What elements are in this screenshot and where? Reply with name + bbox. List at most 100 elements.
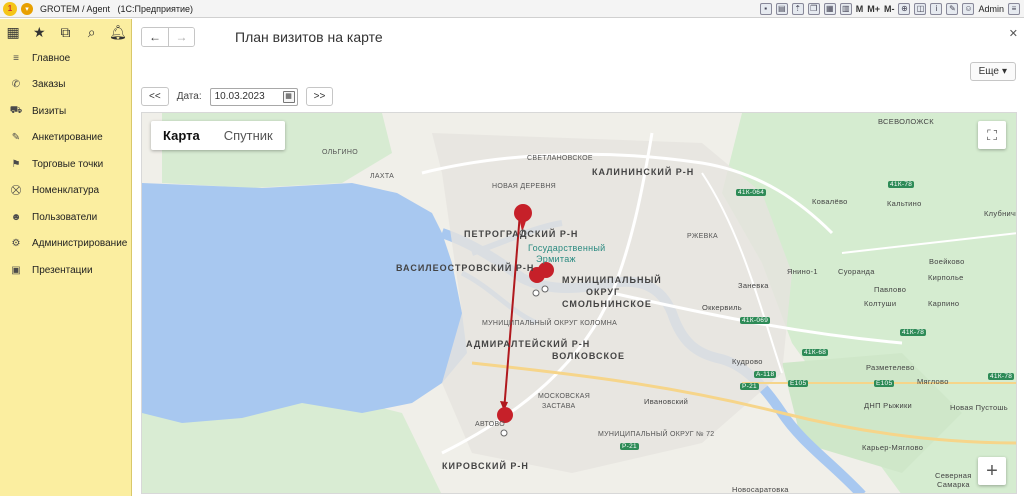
map-type-map[interactable]: Карта: [151, 121, 212, 150]
sidebar-item-main[interactable]: ≡ Главное: [0, 45, 131, 72]
car-icon: ⛟: [9, 104, 23, 116]
sidebar-item-users[interactable]: ☻ Пользователи: [0, 204, 131, 231]
title-bar: 1 ▾ GROTEM / Agent (1С:Предприятие) ▪ ▤ …: [0, 0, 1024, 18]
bell-icon[interactable]: 🔔︎: [108, 24, 128, 41]
road-shield: 41К-064: [736, 189, 767, 196]
memory-m-plus-button[interactable]: M+: [867, 4, 880, 14]
sidebar-item-orders[interactable]: ✆ Заказы: [0, 72, 131, 99]
zoom-icon[interactable]: ⊕: [898, 2, 911, 15]
calendar-picker-icon[interactable]: ▦: [282, 90, 295, 103]
print-icon[interactable]: ▤: [775, 2, 788, 15]
calendar-icon[interactable]: ▥: [839, 2, 852, 15]
cart-icon: ⛒: [10, 185, 22, 197]
map-label: РЖЕВКА: [687, 233, 718, 240]
sidebar-item-presentations[interactable]: ▣ Презентации: [0, 257, 131, 284]
map-label: ДНП Рыжики: [864, 401, 913, 410]
sidebar-item-nomenclature[interactable]: ⛒ Номенклатура: [0, 178, 131, 205]
road-shield: 41К-069: [740, 317, 771, 324]
date-value: 10.03.2023: [214, 91, 265, 102]
road-shield: E105: [788, 380, 809, 387]
sidebar-item-label: Номенклатура: [32, 185, 100, 197]
app-logo-icon[interactable]: 1: [3, 1, 17, 16]
content-area: ← → План визитов на карте ✕ Еще ▾ << Дата…: [133, 19, 1024, 496]
close-icon[interactable]: ✕: [1009, 27, 1018, 40]
user-icon[interactable]: ☺: [962, 2, 975, 15]
map-label: ПЕТРОГРАДСКИЙ Р-Н: [464, 229, 579, 239]
sidebar-item-label: Торговые точки: [32, 158, 104, 170]
map-label: Клубничн: [984, 209, 1017, 218]
map-label: СВЕТЛАНОВСКОЕ: [527, 155, 593, 162]
map-label: НОВАЯ ДЕРЕВНЯ: [492, 183, 557, 190]
road-shield: А-118: [754, 371, 777, 378]
sidebar-item-label: Анкетирование: [32, 132, 103, 144]
window-menu-icon[interactable]: ≡: [1008, 2, 1020, 15]
info-icon[interactable]: i: [930, 2, 943, 15]
map-label: КАЛИНИНСКИЙ Р-Н: [592, 167, 695, 177]
map-view[interactable]: Карта Спутник ⛶ + ВСЕВОЛОЖСК ОЛЬГИНО СВЕ…: [141, 112, 1017, 494]
document-icon[interactable]: ▦: [823, 2, 836, 15]
search-icon[interactable]: ⌕: [82, 24, 102, 41]
sidebar-item-label: Пользователи: [32, 211, 98, 223]
app-title: GROTEM / Agent: [40, 3, 111, 14]
map-label: МОСКОВСКАЯ: [538, 393, 591, 400]
sidebar-item-label: Администрирование: [32, 238, 128, 250]
date-field[interactable]: 10.03.2023 ▦: [209, 87, 298, 106]
map-label: Карпино: [928, 299, 960, 308]
upload-icon[interactable]: ⇡: [791, 2, 804, 15]
map-type-switcher: Карта Спутник: [151, 121, 285, 150]
panel-icon[interactable]: ◫: [914, 2, 927, 15]
fullscreen-icon[interactable]: ⛶: [978, 121, 1006, 149]
sidebar: ≡ Главное ✆ Заказы ⛟ Визиты ✎ Анкетирование …: [0, 45, 132, 496]
main-menu-icon[interactable]: ▾: [21, 2, 33, 15]
copy-icon[interactable]: ❐: [807, 2, 820, 15]
date-label: Дата:: [176, 91, 202, 102]
zoom-in-icon[interactable]: +: [978, 457, 1006, 485]
map-label: Разметелево: [866, 363, 915, 372]
map-label: Ивановский: [644, 397, 689, 406]
back-arrow-icon[interactable]: ←: [142, 28, 168, 46]
map-type-satellite[interactable]: Спутник: [212, 121, 285, 150]
sidebar-item-administration[interactable]: ⚙ Администрирование: [0, 231, 131, 258]
map-label: Ковалёво: [812, 197, 848, 206]
flag-icon: ⚑: [11, 158, 21, 170]
memory-m-minus-button[interactable]: M-: [884, 4, 895, 14]
forward-arrow-icon[interactable]: →: [168, 28, 194, 46]
more-button-label: Еще: [978, 66, 999, 77]
map-label: АДМИРАЛТЕЙСКИЙ Р-Н: [466, 339, 591, 349]
user-name[interactable]: Admin: [978, 4, 1004, 14]
sidebar-item-visits[interactable]: ⛟ Визиты: [0, 98, 131, 125]
phone-icon: ✆: [11, 79, 21, 91]
map-label: Эрмитаж: [536, 254, 576, 264]
map-label: Кирполье: [928, 273, 964, 282]
sidebar-item-label: Заказы: [32, 79, 66, 91]
platform-label: (1С:Предприятие): [117, 3, 194, 14]
window-title: GROTEM / Agent (1С:Предприятие): [40, 4, 193, 14]
grid-menu-icon[interactable]: ▦: [3, 24, 23, 41]
save-icon[interactable]: ▪: [759, 2, 772, 15]
sidebar-item-outlets[interactable]: ⚑ Торговые точки: [0, 151, 131, 178]
history-icon[interactable]: ⧉: [55, 24, 75, 41]
prev-day-button[interactable]: <<: [141, 87, 169, 106]
more-button[interactable]: Еще ▾: [969, 62, 1016, 81]
date-toolbar: << Дата: 10.03.2023 ▦ >>: [141, 87, 334, 106]
memory-m-button[interactable]: M: [856, 4, 864, 14]
settings-icon[interactable]: ✎: [946, 2, 959, 15]
map-label: СМОЛЬНИНСКОЕ: [562, 299, 652, 309]
map-label: Самарка: [937, 480, 970, 489]
next-day-button[interactable]: >>: [305, 87, 334, 106]
map-label: Новая Пустошь: [950, 403, 1008, 412]
map-label: ОКРУГ: [586, 287, 621, 297]
map-label: КИРОВСКИЙ Р-Н: [442, 461, 529, 471]
map-label: Кудрово: [732, 357, 763, 366]
sidebar-item-survey[interactable]: ✎ Анкетирование: [0, 125, 131, 152]
edit-icon: ✎: [11, 132, 21, 144]
favorites-star-icon[interactable]: ★: [29, 24, 49, 41]
map-label: Янино-1: [787, 267, 818, 276]
map-label: Воейково: [929, 257, 965, 266]
sidebar-toolbar: ▦ ★ ⧉ ⌕ 🔔︎: [0, 19, 132, 45]
map-label: Колтуши: [864, 299, 897, 308]
map-label: АВТОВО: [475, 421, 505, 428]
map-label: Мяглово: [917, 377, 949, 386]
road-shield: 41К-78: [888, 181, 915, 188]
gear-icon: ⚙: [11, 238, 21, 250]
